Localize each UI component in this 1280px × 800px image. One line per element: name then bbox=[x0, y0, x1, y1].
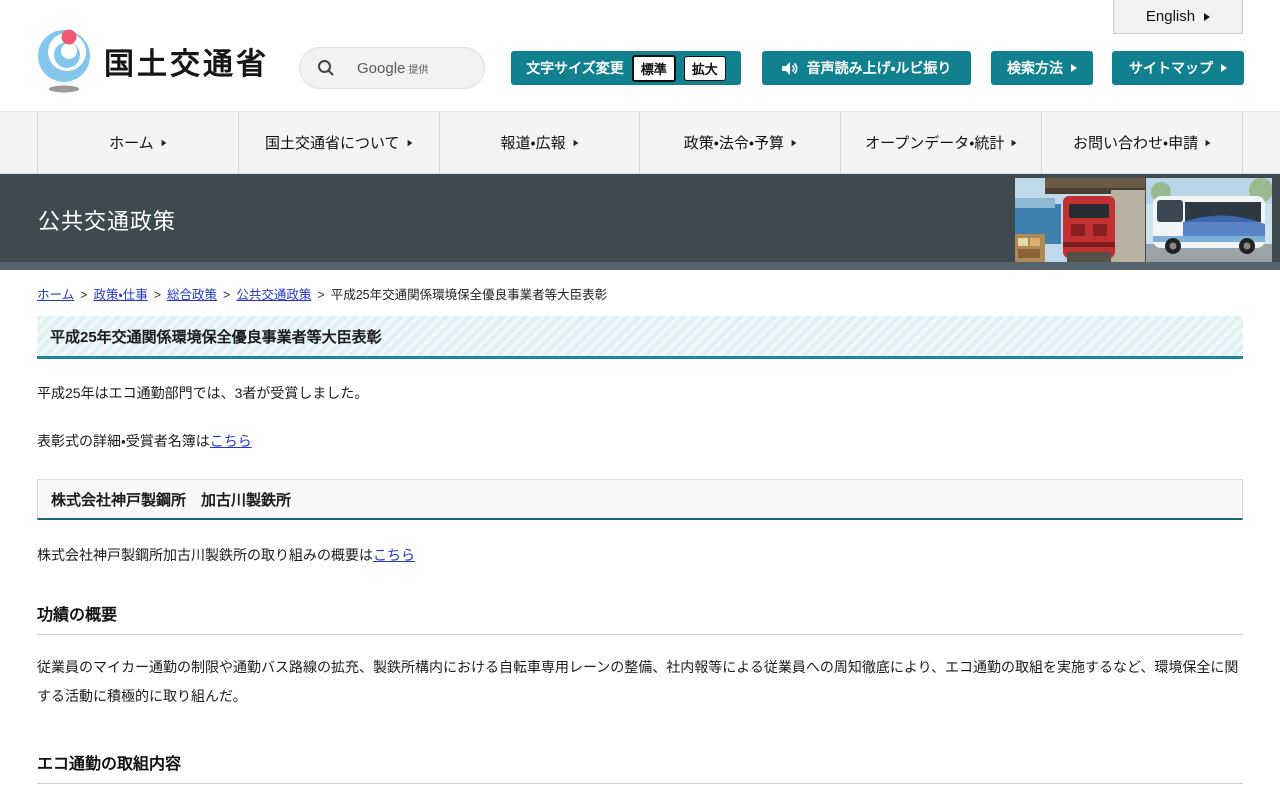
arrow-right-icon bbox=[1071, 64, 1077, 72]
main-content: 平成25年交通関係環境保全優良事業者等大臣表彰 平成25年はエコ通勤部門では、3… bbox=[37, 316, 1243, 800]
search-method-button[interactable]: 検索方法 bbox=[991, 51, 1093, 85]
breadcrumb-current: 平成25年交通関係環境保全優良事業者等大臣表彰 bbox=[330, 288, 608, 302]
site-header: English 国土交通省 Google 提供 文字サイズ変更 標準 拡大 音声… bbox=[0, 0, 1280, 111]
achievement-body: 従業員のマイカー通勤の制限や通勤バス路線の拡充、製鉄所構内における自転車専用レー… bbox=[37, 659, 1239, 704]
company-overview-link[interactable]: こちら bbox=[373, 547, 415, 563]
sitemap-button[interactable]: サイトマップ bbox=[1112, 51, 1244, 85]
nav-item-press[interactable]: 報道・広報 bbox=[438, 112, 640, 173]
font-size-button[interactable]: 文字サイズ変更 標準 拡大 bbox=[511, 51, 741, 85]
arrow-right-icon bbox=[573, 139, 579, 146]
speaker-icon bbox=[781, 61, 798, 75]
breadcrumb-link-public-transport[interactable]: 公共交通政策 bbox=[236, 288, 311, 302]
company-overview-line: 株式会社神戸製鋼所加古川製鉄所の取り組みの概要はこちら bbox=[37, 547, 415, 563]
logo-title: 国土交通省 bbox=[104, 48, 269, 81]
sitemap-label: サイトマップ bbox=[1129, 60, 1213, 76]
english-button[interactable]: English bbox=[1113, 0, 1243, 34]
arrow-right-icon bbox=[407, 139, 412, 146]
category-banner: 公共交通政策 bbox=[0, 174, 1280, 270]
achievement-heading: 功績の概要 bbox=[37, 601, 1243, 635]
audio-readout-label: 音声読み上げ・ルビ振り bbox=[806, 60, 952, 76]
award-detail-line: 表彰式の詳細・受賞者名簿はこちら bbox=[37, 433, 252, 449]
english-label: English bbox=[1145, 8, 1196, 25]
nav-item-contact[interactable]: お問い合わせ・申請 bbox=[1041, 112, 1243, 173]
nav-item-policy[interactable]: 政策・法令・予算 bbox=[639, 112, 840, 173]
arrow-right-icon bbox=[791, 139, 797, 146]
page-title: 平成25年交通関係環境保全優良事業者等大臣表彰 bbox=[37, 316, 1243, 359]
audio-readout-button[interactable]: 音声読み上げ・ルビ振り bbox=[762, 51, 971, 85]
nav-item-home[interactable]: ホーム bbox=[37, 112, 238, 173]
arrow-right-icon bbox=[1205, 139, 1211, 146]
breadcrumb-link-policy-work[interactable]: 政策・仕事 bbox=[93, 288, 147, 302]
banner-bottom-strip bbox=[0, 262, 1280, 270]
banner-photo-bus bbox=[1146, 178, 1272, 262]
search-placeholder: Google 提供 bbox=[357, 59, 429, 77]
breadcrumb: ホーム > 政策・仕事 > 総合政策 > 公共交通政策 > 平成25年交通関係環境保全優良事業者… bbox=[37, 288, 608, 302]
award-detail-link[interactable]: こちら bbox=[210, 433, 252, 449]
mlit-logo-icon bbox=[38, 29, 90, 93]
category-title: 公共交通政策 bbox=[38, 209, 177, 234]
arrow-right-icon bbox=[161, 139, 167, 146]
global-nav: ホーム 国土交通省について 報道・広報 政策・法令・予算 オープンデータ・統計 … bbox=[0, 111, 1280, 174]
nav-item-opendata[interactable]: オープンデータ・統計 bbox=[840, 112, 1041, 173]
arrow-right-icon bbox=[1011, 139, 1017, 146]
breadcrumb-link-home[interactable]: ホーム bbox=[37, 288, 74, 302]
search-icon bbox=[318, 60, 334, 76]
arrow-right-icon bbox=[1221, 64, 1227, 72]
intro-text: 平成25年はエコ通勤部門では、3者が受賞しました。 bbox=[37, 385, 369, 401]
nav-item-about[interactable]: 国土交通省について bbox=[237, 112, 439, 173]
banner-photo-train bbox=[1015, 178, 1145, 262]
font-large-button[interactable]: 拡大 bbox=[683, 55, 726, 81]
search-method-label: 検索方法 bbox=[1007, 60, 1063, 76]
font-size-label: 文字サイズ変更 bbox=[526, 60, 624, 76]
search-input[interactable]: Google 提供 bbox=[299, 47, 485, 89]
company-heading: 株式会社神戸製鋼所 加古川製鉄所 bbox=[37, 479, 1243, 520]
eco-commute-heading: エコ通勤の取組内容 bbox=[37, 750, 1243, 784]
breadcrumb-link-general-policy[interactable]: 総合政策 bbox=[167, 288, 217, 302]
mlit-logo[interactable]: 国土交通省 bbox=[36, 28, 269, 94]
banner-photo-collage bbox=[1015, 178, 1272, 262]
font-standard-button[interactable]: 標準 bbox=[631, 54, 676, 82]
arrow-right-icon bbox=[1204, 12, 1211, 21]
